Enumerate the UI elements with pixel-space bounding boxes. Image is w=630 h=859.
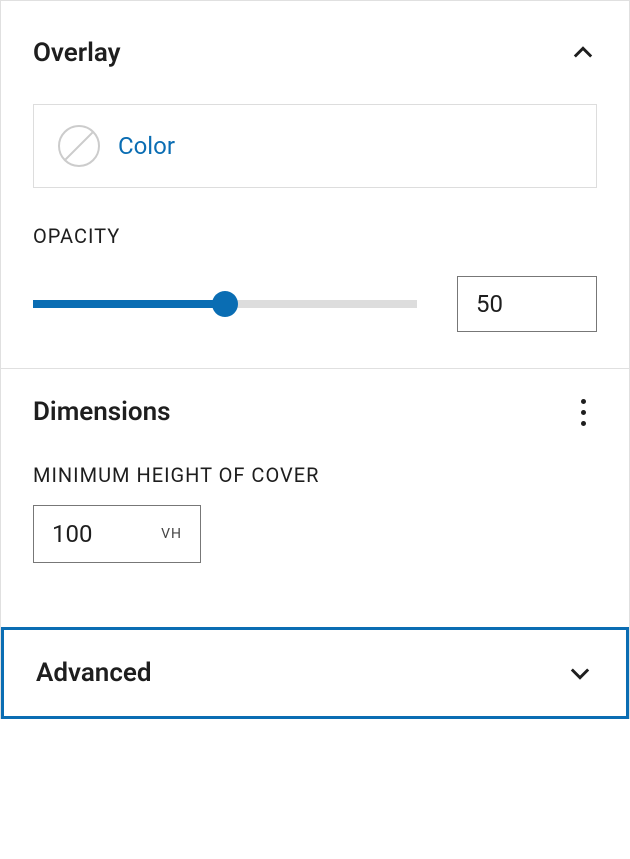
advanced-section-header[interactable]: Advanced: [1, 627, 629, 719]
opacity-label: OPACITY: [33, 224, 597, 248]
dot-icon: [581, 410, 586, 415]
overlay-title: Overlay: [33, 38, 121, 68]
chevron-up-icon: [569, 39, 597, 67]
no-color-icon: [58, 125, 100, 167]
dimensions-header[interactable]: Dimensions: [33, 397, 597, 427]
dot-icon: [581, 421, 586, 426]
slider-fill: [33, 300, 225, 308]
top-divider: [1, 0, 629, 10]
opacity-input[interactable]: 50: [457, 276, 597, 332]
slider-thumb[interactable]: [212, 291, 238, 317]
dot-icon: [581, 399, 586, 404]
more-options-button[interactable]: [569, 398, 597, 426]
min-height-unit: VH: [161, 526, 182, 542]
min-height-input[interactable]: 100 VH: [33, 505, 201, 563]
color-picker-row[interactable]: Color: [33, 104, 597, 188]
color-label: Color: [118, 132, 175, 160]
overlay-section: Overlay Color OPACITY 50: [1, 10, 629, 369]
dimensions-section: Dimensions MINIMUM HEIGHT OF COVER 100 V…: [1, 369, 629, 599]
overlay-header[interactable]: Overlay: [33, 38, 597, 68]
advanced-title: Advanced: [36, 658, 152, 688]
dimensions-title: Dimensions: [33, 397, 171, 427]
min-height-control: 100 VH: [33, 505, 597, 563]
opacity-slider[interactable]: [33, 300, 417, 308]
min-height-value: 100: [52, 520, 92, 548]
settings-panel: Overlay Color OPACITY 50 Dimensions: [0, 0, 630, 719]
min-height-label: MINIMUM HEIGHT OF COVER: [33, 463, 597, 487]
chevron-down-icon: [566, 659, 594, 687]
opacity-control: 50: [33, 276, 597, 332]
